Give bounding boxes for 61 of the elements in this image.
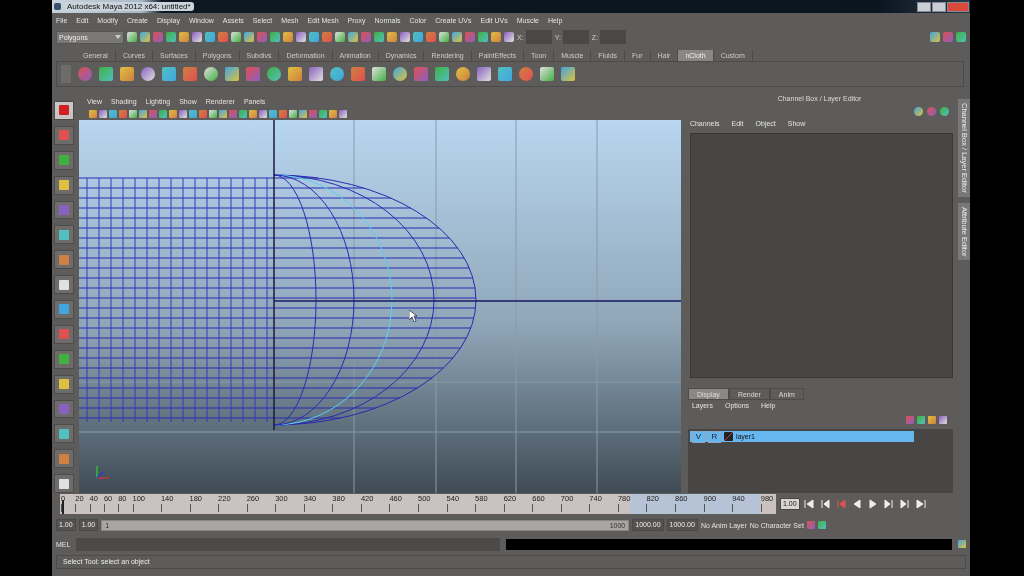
tool-icon [58,428,69,439]
tool-icon [58,329,69,340]
shelf-tool-icon[interactable] [120,67,134,81]
step-icon[interactable] [819,499,830,509]
shelf-tool-icon[interactable] [540,67,554,81]
color-swatch[interactable] [723,432,733,442]
shelf-tool-icon[interactable] [456,67,470,81]
tool-button[interactable] [53,300,74,319]
tool-icon [58,304,69,315]
shelf-tool-icon[interactable] [204,67,218,81]
tool-button[interactable] [53,101,74,120]
axis-gizmo-icon [96,465,110,479]
tool-button[interactable] [53,175,74,195]
step-icon[interactable] [899,499,910,509]
minimize-button[interactable] [917,1,931,12]
step-icon[interactable] [883,499,894,509]
range-slider-bar[interactable] [101,519,630,531]
app-icon [54,3,61,10]
play-backward-icon[interactable] [851,499,862,509]
tool-button[interactable] [53,225,74,245]
tool-button[interactable] [53,474,74,493]
tool-icon [58,254,69,265]
tool-button[interactable] [53,150,74,170]
shelf-tool-icon[interactable] [477,67,491,81]
render-toggle[interactable]: R [707,430,721,443]
tool-button[interactable] [53,250,74,270]
tool-button[interactable] [53,374,74,394]
tool-icon [58,354,69,365]
tool-button[interactable] [53,349,74,369]
shelf-tool-icon[interactable] [288,67,302,81]
tool-icon [58,229,69,240]
tool-icon [58,204,69,215]
current-frame-marker[interactable] [61,500,64,514]
shelf-tool-icon[interactable] [267,67,281,81]
maximize-button[interactable] [932,1,946,12]
shelf-tool-icon[interactable] [393,67,407,81]
tool-icon [58,279,69,290]
step-icon[interactable] [915,499,926,509]
shelf-tool-icon[interactable] [372,67,386,81]
tool-icon [58,478,69,489]
close-button[interactable] [947,1,969,12]
tool-icon [58,105,69,116]
shelf-tool-icon[interactable] [330,67,344,81]
tool-button[interactable] [53,449,74,469]
shelf-tool-icon[interactable] [309,67,323,81]
window-title: Autodesk Maya 2012 x64: untitled* [64,2,194,11]
tool-icon [58,155,69,166]
tool-icon [58,130,69,141]
tool-icon [58,453,69,464]
tool-icon [58,379,69,390]
tool-button[interactable] [53,424,74,444]
step-icon[interactable] [803,499,814,509]
tool-icon [58,180,69,191]
play-icon[interactable] [867,499,878,509]
visibility-toggle[interactable]: V [691,430,705,443]
shelf-tool-icon[interactable] [141,67,155,81]
cursor-icon [408,310,417,322]
script-editor-icon[interactable] [958,540,966,548]
tool-icon [58,403,69,414]
tool-button[interactable] [53,275,74,294]
shelf-tool-icon[interactable] [519,67,533,81]
